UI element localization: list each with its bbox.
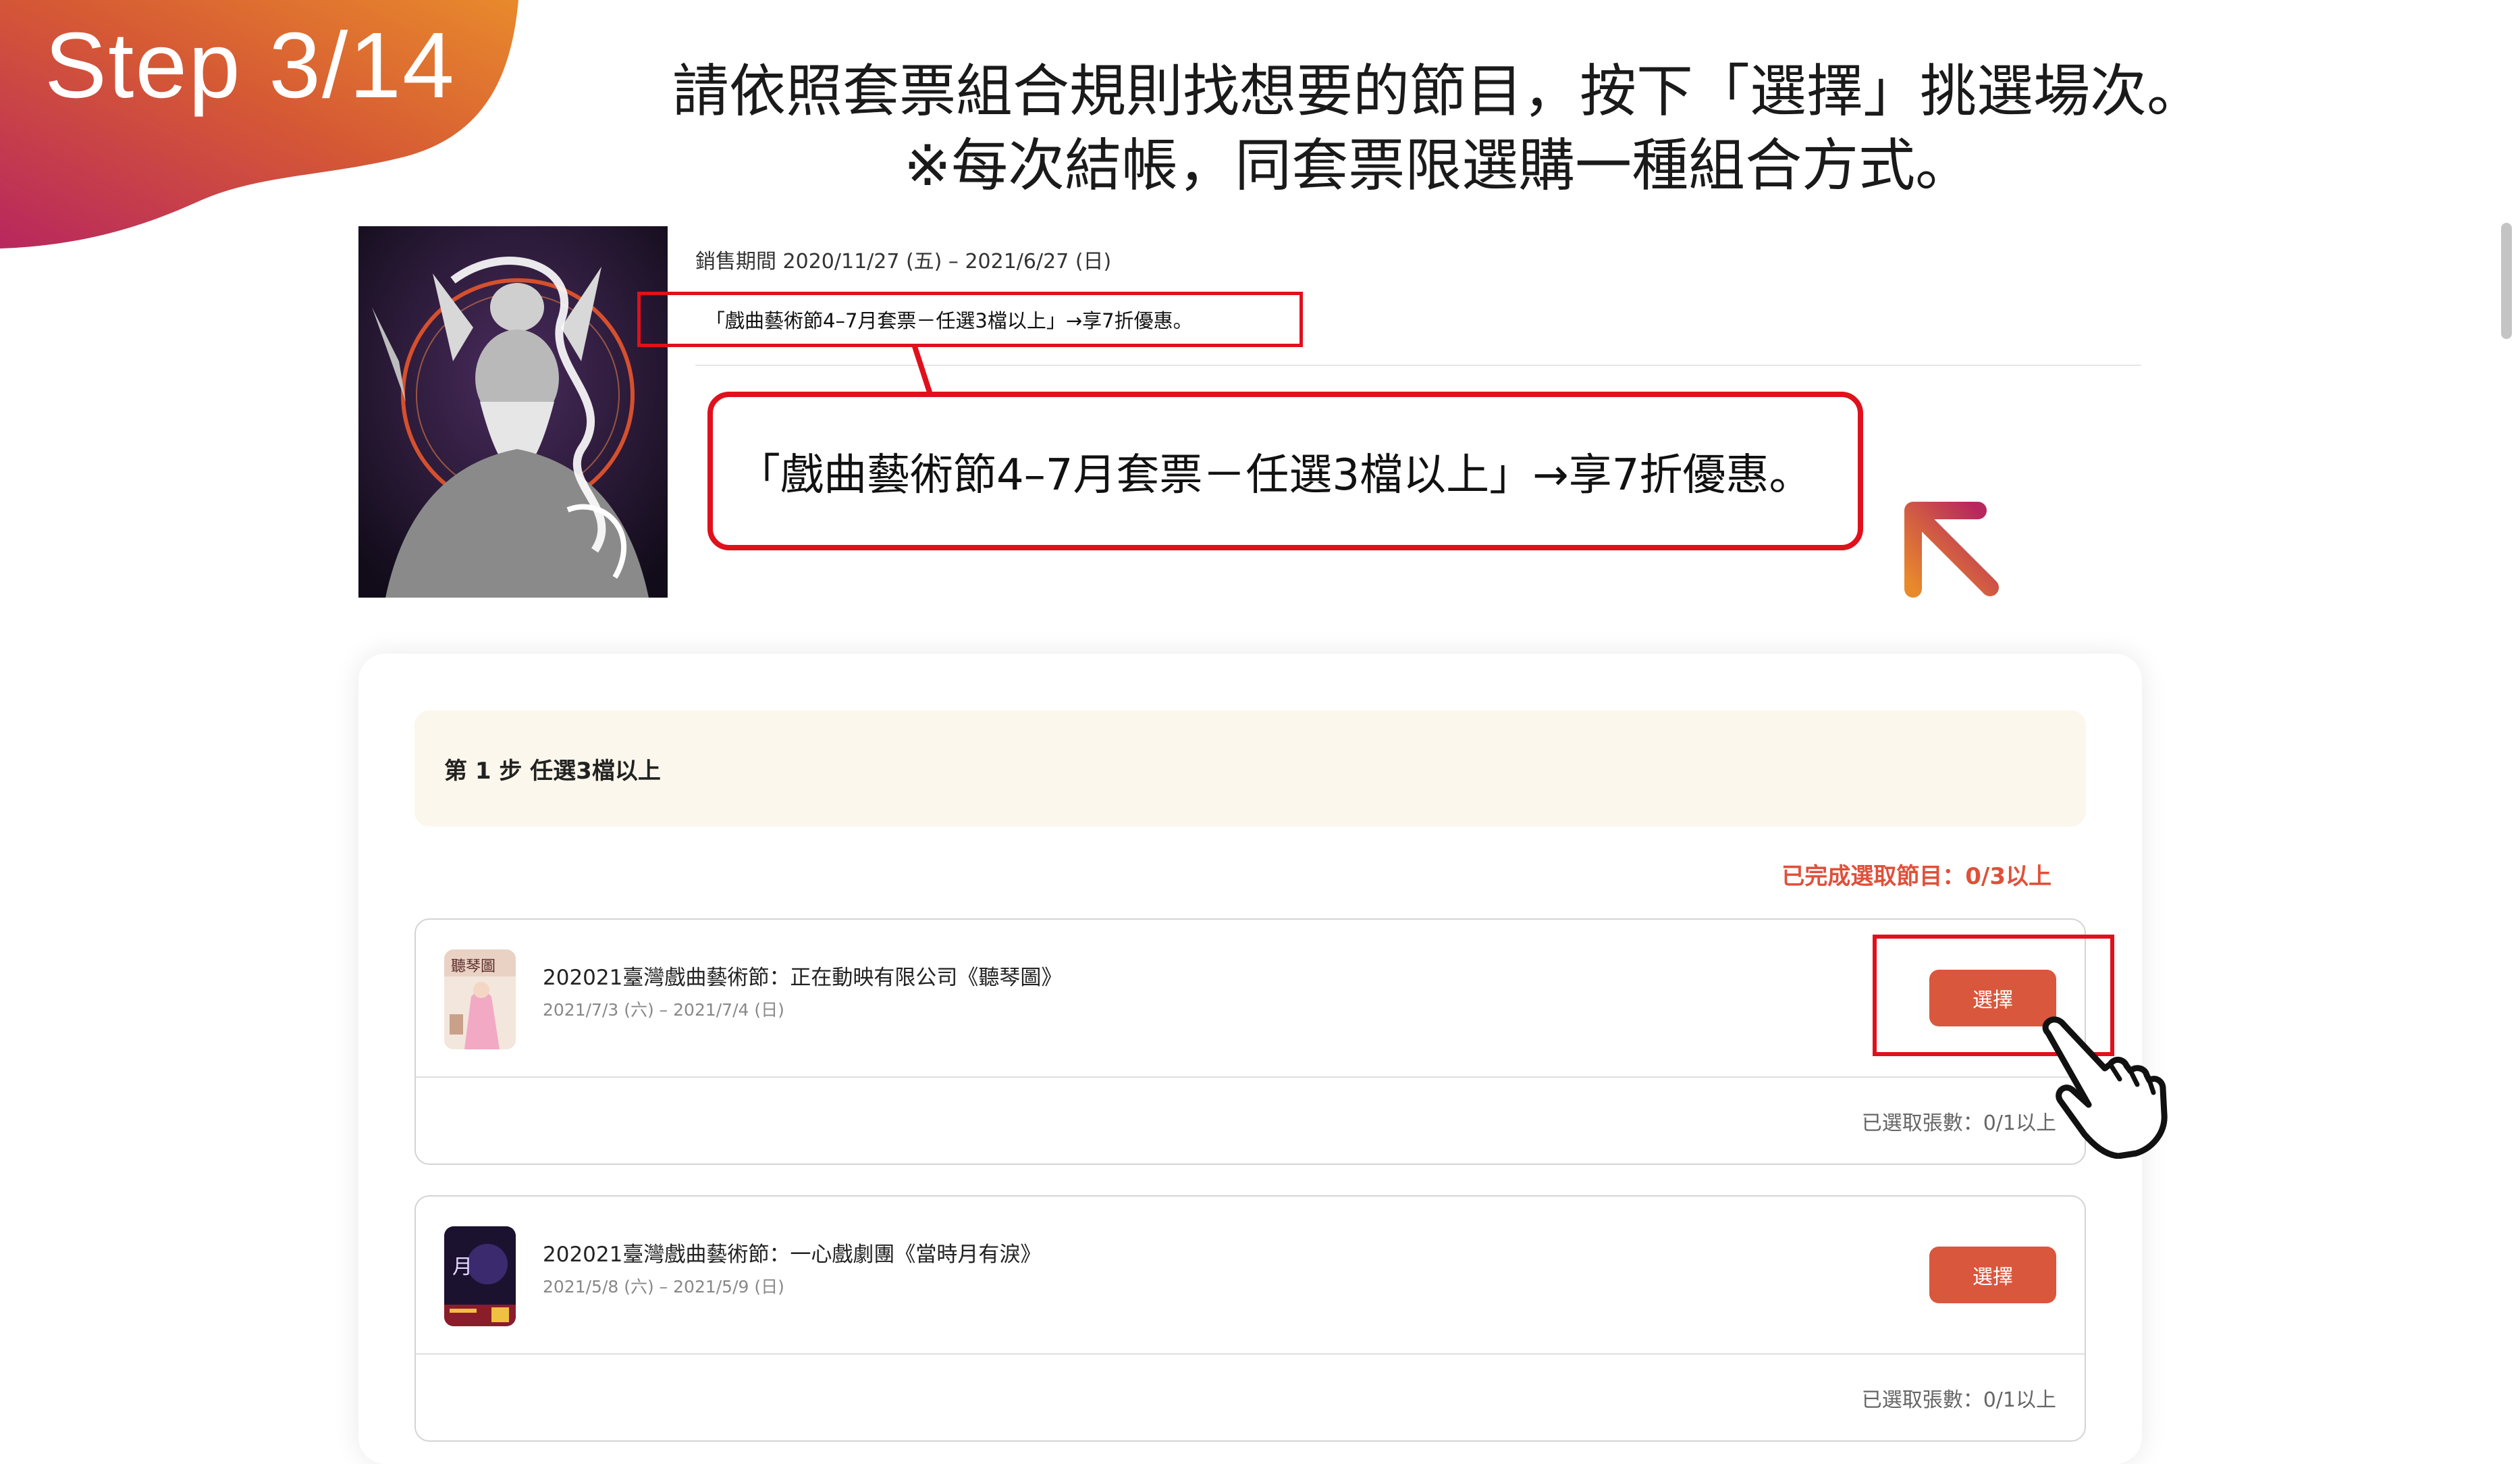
completion-status: 已完成選取節目：0/3以上 bbox=[1781, 863, 2052, 890]
diagonal-arrow-up-left-icon bbox=[1904, 502, 1999, 598]
promo-highlight: 「戲曲藝術節4–7月套票－任選3檔以上」→享7折優惠。 bbox=[637, 292, 1303, 347]
callout-connector bbox=[911, 344, 934, 398]
program-title: 202021臺灣戲曲藝術節：正在動映有限公司《聽琴圖》 bbox=[543, 966, 1063, 990]
ting-qin-tu-poster-icon: 聽琴圖 bbox=[444, 949, 516, 1049]
svg-text:月: 月 bbox=[452, 1255, 473, 1279]
program-dates: 2021/5/8 (六) – 2021/5/9 (日) bbox=[543, 1277, 784, 1297]
program-card-moon-tears: 月 202021臺灣戲曲藝術節：一心戲劇團《當時月有淚》 2021/5/8 (六… bbox=[414, 1195, 2086, 1442]
promo-text: 「戲曲藝術節4–7月套票－任選3檔以上」→享7折優惠。 bbox=[705, 309, 1193, 332]
event-poster bbox=[358, 226, 668, 598]
instruction-line-2: ※每次結帳，同套票限選購一種組合方式。 bbox=[903, 132, 1973, 199]
select-button[interactable]: 選擇 bbox=[1929, 1247, 2056, 1303]
program-thumbnail: 月 bbox=[444, 1226, 516, 1326]
instruction-line-1: 請依照套票組合規則找想要的節目，按下「選擇」挑選場次。 bbox=[672, 58, 2203, 124]
step-badge: Step 3/14 bbox=[0, 0, 527, 251]
hand-pointer-icon bbox=[2042, 1016, 2168, 1159]
scrollbar-thumb[interactable] bbox=[2501, 223, 2512, 339]
program-dates: 2021/7/3 (六) – 2021/7/4 (日) bbox=[543, 1000, 784, 1020]
step-title: 第 1 步 任選3檔以上 bbox=[444, 757, 661, 785]
card-divider bbox=[416, 1353, 2085, 1355]
card-divider bbox=[416, 1076, 2085, 1078]
program-info: 聽琴圖 202021臺灣戲曲藝術節：正在動映有限公司《聽琴圖》 2021/7/3… bbox=[416, 920, 2085, 1076]
callout-text: 「戲曲藝術節4–7月套票－任選3檔以上」→享7折優惠。 bbox=[737, 450, 1813, 500]
svg-text:聽琴圖: 聽琴圖 bbox=[451, 958, 495, 975]
step-label: Step 3/14 bbox=[45, 14, 456, 117]
tickets-selected: 已選取張數：0/1以上 bbox=[1861, 1388, 2056, 1412]
program-thumbnail: 聽琴圖 bbox=[444, 949, 516, 1049]
opera-performer-poster-icon bbox=[358, 226, 668, 598]
program-info: 月 202021臺灣戲曲藝術節：一心戲劇團《當時月有淚》 2021/5/8 (六… bbox=[416, 1197, 2085, 1353]
sale-period: 銷售期間 2020/11/27 (五) – 2021/6/27 (日) bbox=[695, 250, 1112, 273]
program-title: 202021臺灣戲曲藝術節：一心戲劇團《當時月有淚》 bbox=[543, 1243, 1042, 1267]
promo-callout: 「戲曲藝術節4–7月套票－任選3檔以上」→享7折優惠。 bbox=[707, 392, 1863, 550]
moon-tears-poster-icon: 月 bbox=[444, 1226, 516, 1326]
tickets-selected: 已選取張數：0/1以上 bbox=[1861, 1112, 2056, 1135]
program-card-ting-qin-tu: 聽琴圖 202021臺灣戲曲藝術節：正在動映有限公司《聽琴圖》 2021/7/3… bbox=[414, 918, 2086, 1165]
instructions: 請依照套票組合規則找想要的節目，按下「選擇」挑選場次。 ※每次結帳，同套票限選購… bbox=[527, 54, 2349, 203]
step-header: 第 1 步 任選3檔以上 bbox=[414, 710, 2086, 827]
